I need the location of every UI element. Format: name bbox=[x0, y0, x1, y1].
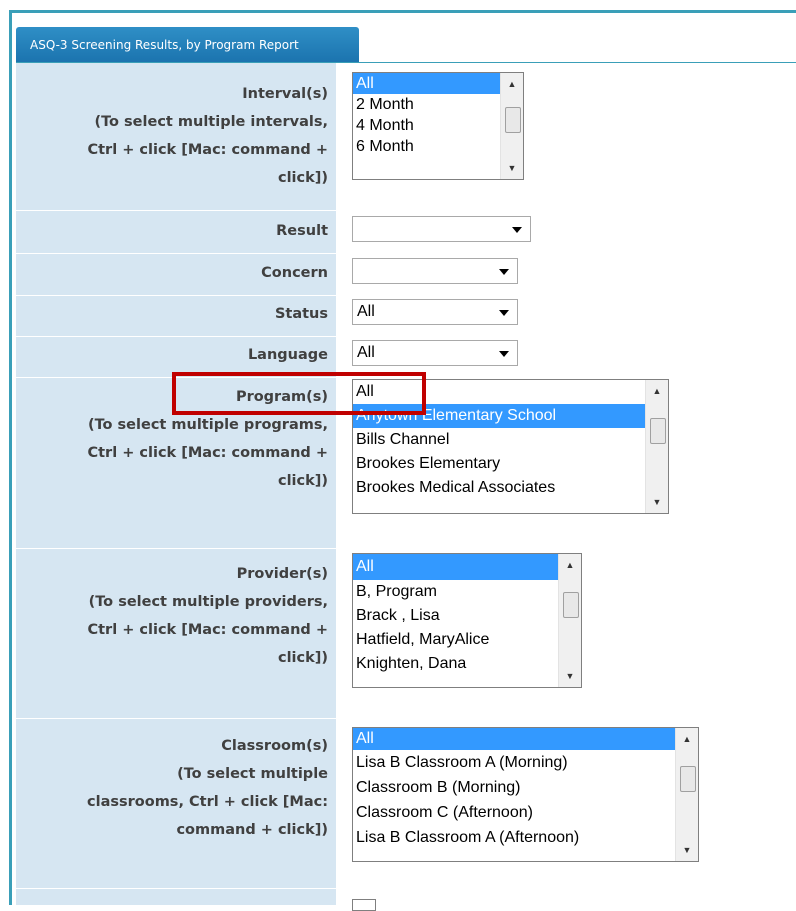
frame-left-border bbox=[9, 10, 12, 905]
list-item[interactable]: All bbox=[353, 554, 581, 580]
providers-hint-3: click]) bbox=[277, 650, 328, 666]
list-item[interactable]: Lisa B Classroom A (Afternoon) bbox=[353, 825, 698, 850]
intervals-hint-2: Ctrl + click [Mac: command + bbox=[87, 142, 328, 158]
status-label: Status bbox=[274, 306, 328, 322]
list-item[interactable]: Bills Channel bbox=[353, 428, 668, 452]
list-item[interactable]: 6 Month bbox=[353, 136, 523, 157]
classrooms-label: Classroom(s) bbox=[221, 738, 328, 754]
programs-scrollbar[interactable]: ▲ ▼ bbox=[645, 380, 668, 513]
scroll-thumb[interactable] bbox=[563, 592, 579, 618]
intervals-scrollbar[interactable]: ▲ ▼ bbox=[500, 73, 523, 179]
scroll-up-icon[interactable]: ▲ bbox=[676, 730, 698, 748]
result-select[interactable] bbox=[352, 216, 531, 242]
classrooms-listbox[interactable]: All Lisa B Classroom A (Morning) Classro… bbox=[352, 727, 699, 862]
list-item[interactable]: Knighten, Dana bbox=[353, 652, 581, 676]
list-item[interactable]: Brookes Medical Associates bbox=[353, 476, 668, 500]
scroll-up-icon[interactable]: ▲ bbox=[559, 556, 581, 574]
intervals-label: Interval(s) bbox=[242, 86, 328, 102]
scroll-up-icon[interactable]: ▲ bbox=[646, 382, 668, 400]
result-label: Result bbox=[276, 223, 328, 239]
annotation-highlight-box bbox=[172, 372, 426, 415]
chevron-down-icon bbox=[499, 269, 509, 275]
intervals-label-block: Interval(s) (To select multiple interval… bbox=[16, 80, 328, 192]
chevron-down-icon bbox=[499, 310, 509, 316]
list-item[interactable]: Hatfield, MaryAlice bbox=[353, 628, 581, 652]
scroll-thumb[interactable] bbox=[680, 766, 696, 792]
row-divider bbox=[16, 253, 796, 254]
row-divider bbox=[16, 718, 796, 719]
classrooms-scrollbar[interactable]: ▲ ▼ bbox=[675, 728, 698, 861]
scroll-thumb[interactable] bbox=[650, 418, 666, 444]
providers-hint-2: Ctrl + click [Mac: command + bbox=[87, 622, 328, 638]
scroll-down-icon[interactable]: ▼ bbox=[559, 667, 581, 685]
classrooms-hint-1: (To select multiple bbox=[177, 766, 328, 782]
programs-hint-3: click]) bbox=[277, 473, 328, 489]
intervals-listbox[interactable]: All 2 Month 4 Month 6 Month ▲ ▼ bbox=[352, 72, 524, 180]
concern-label: Concern bbox=[261, 265, 328, 281]
list-item[interactable]: Classroom B (Morning) bbox=[353, 775, 698, 800]
providers-hint-1: (To select multiple providers, bbox=[88, 594, 328, 610]
providers-scrollbar[interactable]: ▲ ▼ bbox=[558, 554, 581, 687]
status-select[interactable]: All bbox=[352, 299, 518, 325]
list-item[interactable]: B, Program bbox=[353, 580, 581, 604]
row-divider bbox=[16, 888, 796, 889]
scroll-down-icon[interactable]: ▼ bbox=[676, 841, 698, 859]
classrooms-hint-3: command + click]) bbox=[176, 822, 328, 838]
classrooms-hint-2: classrooms, Ctrl + click [Mac: bbox=[87, 794, 328, 810]
list-item[interactable]: All bbox=[353, 728, 698, 750]
providers-label-block: Provider(s) (To select multiple provider… bbox=[16, 560, 328, 672]
list-item[interactable]: Classroom C (Afternoon) bbox=[353, 800, 698, 825]
list-item[interactable]: Lisa B Classroom A (Morning) bbox=[353, 750, 698, 775]
language-label: Language bbox=[247, 347, 328, 363]
frame-top-border bbox=[9, 10, 796, 13]
scroll-up-icon[interactable]: ▲ bbox=[501, 75, 523, 93]
classrooms-label-block: Classroom(s) (To select multiple classro… bbox=[16, 732, 328, 844]
list-item[interactable]: Brookes Elementary bbox=[353, 452, 668, 476]
intervals-hint-1: (To select multiple intervals, bbox=[94, 114, 328, 130]
providers-label: Provider(s) bbox=[236, 566, 328, 582]
chevron-down-icon bbox=[512, 227, 522, 233]
intervals-hint-3: click]) bbox=[277, 170, 328, 186]
list-item[interactable]: 4 Month bbox=[353, 115, 523, 136]
row-divider bbox=[16, 295, 796, 296]
list-item[interactable]: All bbox=[353, 73, 523, 94]
list-item[interactable]: 2 Month bbox=[353, 94, 523, 115]
checkbox[interactable] bbox=[352, 899, 376, 911]
providers-listbox[interactable]: All B, Program Brack , Lisa Hatfield, Ma… bbox=[352, 553, 582, 688]
status-value: All bbox=[357, 303, 375, 320]
list-item[interactable]: Brack , Lisa bbox=[353, 604, 581, 628]
language-value: All bbox=[357, 344, 375, 361]
row-divider bbox=[16, 548, 796, 549]
scroll-down-icon[interactable]: ▼ bbox=[501, 159, 523, 177]
tab-report[interactable]: ASQ-3 Screening Results, by Program Repo… bbox=[16, 27, 359, 63]
row-divider bbox=[16, 210, 796, 211]
concern-select[interactable] bbox=[352, 258, 518, 284]
scroll-down-icon[interactable]: ▼ bbox=[646, 493, 668, 511]
chevron-down-icon bbox=[499, 351, 509, 357]
programs-hint-1: (To select multiple programs, bbox=[87, 417, 328, 433]
programs-hint-2: Ctrl + click [Mac: command + bbox=[87, 445, 328, 461]
language-select[interactable]: All bbox=[352, 340, 518, 366]
scroll-thumb[interactable] bbox=[505, 107, 521, 133]
row-divider bbox=[16, 336, 796, 337]
